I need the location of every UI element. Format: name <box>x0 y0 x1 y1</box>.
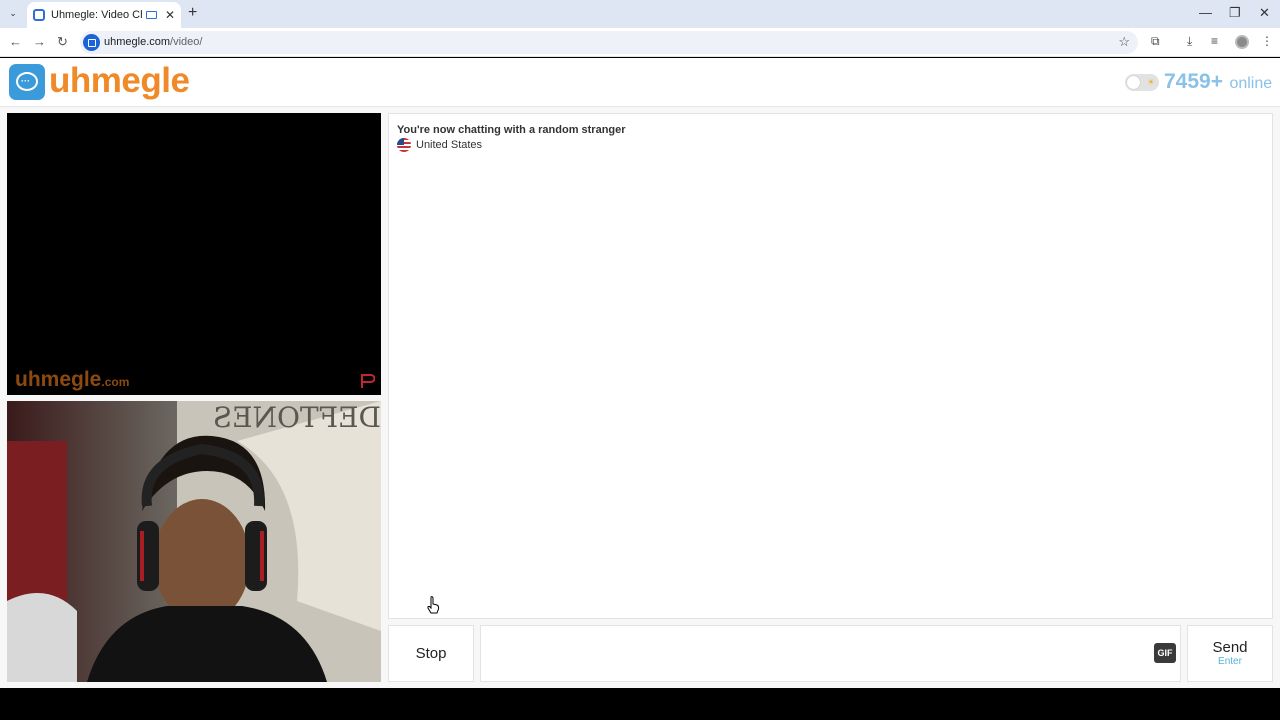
toggle-knob <box>1127 76 1140 89</box>
us-flag-icon <box>397 138 411 152</box>
back-icon[interactable]: ← <box>9 34 22 49</box>
online-count: 7459+ <box>1164 70 1223 93</box>
site-header: ··· uhmegle ☀ 7459+ online <box>0 58 1280 107</box>
theme-toggle[interactable]: ☀ <box>1125 74 1159 91</box>
webcam-feed-image: DEFTONES <box>7 401 381 682</box>
tab-search-icon[interactable]: ⌄ <box>4 4 22 22</box>
minimize-icon[interactable]: — <box>1199 5 1212 20</box>
logo-chat-icon[interactable]: ··· <box>9 64 45 100</box>
extensions-icon[interactable]: ⧉ <box>1151 34 1160 49</box>
send-shortcut-hint: Enter <box>1218 656 1242 667</box>
url-text: uhmegle.com/video/ <box>104 36 203 48</box>
country-name: United States <box>416 139 483 151</box>
bookmark-star-icon[interactable]: ☆ <box>1118 34 1130 50</box>
download-icon[interactable]: ⤓ <box>1187 34 1192 49</box>
forward-icon[interactable]: → <box>33 34 46 49</box>
browser-toolbar: ← → ↻ uhmegle.com/video/ ☆ ⧉ ⤓ ≡ ⋮ <box>0 28 1280 57</box>
restore-icon[interactable]: ❐ <box>1229 5 1241 21</box>
stranger-country: United States <box>397 138 482 152</box>
reload-icon[interactable]: ↻ <box>57 34 68 50</box>
stop-button[interactable]: Stop <box>388 625 474 682</box>
page: ··· uhmegle ☀ 7459+ online uhmegle.com D… <box>0 58 1280 688</box>
browser-tab[interactable]: Uhmegle: Video Chat | Random ✕ <box>27 2 181 28</box>
media-control-icon[interactable]: ≡ <box>1211 34 1218 48</box>
chat-log: You're now chatting with a random strang… <box>388 113 1273 619</box>
new-tab-button[interactable]: + <box>188 4 197 22</box>
logo-text[interactable]: uhmegle <box>49 61 190 101</box>
sun-icon: ☀ <box>1146 77 1155 87</box>
self-webcam-video: DEFTONES <box>7 401 381 682</box>
favicon-icon <box>33 9 45 21</box>
menu-icon[interactable]: ⋮ <box>1261 34 1273 48</box>
profile-avatar[interactable] <box>1235 35 1249 49</box>
online-counter: 7459+ online <box>1164 70 1272 94</box>
tab-strip: ⌄ Uhmegle: Video Chat | Random ✕ + — ❐ ✕ <box>0 0 1280 28</box>
message-input[interactable] <box>481 626 1141 681</box>
svg-text:DEFTONES: DEFTONES <box>213 401 381 434</box>
address-bar[interactable]: uhmegle.com/video/ ☆ <box>80 31 1138 54</box>
send-label: Send <box>1212 639 1248 656</box>
online-label: online <box>1229 75 1273 92</box>
tab-title: Uhmegle: Video Chat | Random <box>51 9 142 21</box>
site-info-icon[interactable] <box>83 34 100 51</box>
gif-button[interactable]: GIF <box>1154 643 1176 663</box>
hand-cursor-icon <box>427 596 440 614</box>
chat-status-text: You're now chatting with a random strang… <box>397 124 626 136</box>
media-playing-icon <box>145 11 157 19</box>
video-watermark: uhmegle.com <box>15 368 130 391</box>
message-box: GIF <box>480 625 1181 682</box>
taskbar-area <box>0 688 1280 720</box>
send-button[interactable]: Send Enter <box>1187 625 1273 682</box>
stranger-video: uhmegle.com <box>7 113 381 395</box>
window-close-icon[interactable]: ✕ <box>1259 5 1270 21</box>
tab-close-icon[interactable]: ✕ <box>165 8 175 22</box>
report-flag-icon[interactable] <box>359 373 375 389</box>
